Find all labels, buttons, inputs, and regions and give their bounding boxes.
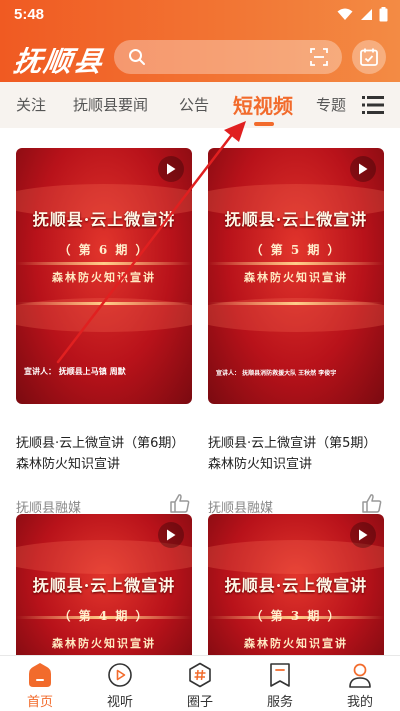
play-circle-icon (108, 663, 132, 687)
status-icons (337, 6, 388, 22)
active-tab-indicator (254, 122, 274, 126)
thumbnail-issue: （ 第 6 期 ） (58, 243, 150, 257)
thumbnail-topic: 森林防火知识宣讲 (52, 637, 156, 650)
play-button[interactable] (350, 156, 376, 182)
signal-icon (361, 8, 372, 20)
thumbnail-title: 抚顺县·云上微宣讲 (32, 576, 176, 595)
video-title[interactable]: 抚顺县·云上微宣讲（第6期）森林防火知识宣讲 (16, 433, 192, 475)
thumbnail-topic: 森林防火知识宣讲 (244, 271, 348, 284)
video-thumbnail[interactable]: 抚顺县·云上微宣讲 （ 第 4 期 ） 森林防火知识宣讲 (16, 514, 192, 655)
thumbnail-title: 抚顺县·云上微宣讲 (224, 210, 368, 229)
calendar-check-icon (360, 48, 378, 66)
app-header: 5:48 抚顺县 (0, 0, 400, 88)
video-thumbnail[interactable]: 抚顺县·云上微宣讲 （ 第 3 期 ） 森林防火知识宣讲 (208, 514, 384, 655)
nav-video-label: 视听 (106, 695, 133, 710)
hashtag-icon (189, 662, 211, 688)
play-button[interactable] (350, 522, 376, 548)
nav-profile[interactable]: 我的 (330, 656, 390, 711)
play-button[interactable] (158, 522, 184, 548)
thumbnail-title: 抚顺县·云上微宣讲 (224, 576, 368, 595)
video-feed[interactable]: 抚顺县·云上微宣讲 （ 第 6 期 ） 森林防火知识宣讲 宣讲人： 抚顺县上马镇… (0, 128, 400, 655)
play-icon (359, 163, 368, 175)
play-button[interactable] (158, 156, 184, 182)
nav-video[interactable]: 视听 (90, 656, 150, 711)
thumbnail-topic: 森林防火知识宣讲 (52, 271, 156, 284)
nav-home-label: 首页 (26, 695, 53, 710)
tab-county-news[interactable]: 抚顺县要闻 (73, 94, 148, 115)
bottom-nav: 首页 视听 圈子 服务 我的 (0, 655, 400, 711)
category-tabs: 关注 抚顺县要闻 公告 短视频 专题 (0, 82, 400, 128)
nav-services[interactable]: 服务 (250, 656, 310, 711)
thumbnail-speaker: 宣讲人： 抚顺县消防救援大队 王秋然 李俊宇 (216, 370, 337, 377)
app-bar: 抚顺县 (0, 36, 400, 82)
thumbnail-issue: （ 第 3 期 ） (250, 609, 342, 623)
play-icon (167, 529, 176, 541)
bookmark-icon (270, 663, 290, 687)
home-icon (29, 663, 51, 687)
tab-announcements[interactable]: 公告 (179, 94, 209, 115)
menu-icon[interactable] (362, 96, 384, 114)
play-icon (359, 529, 368, 541)
thumbs-up-icon[interactable] (170, 494, 190, 513)
app-logo: 抚顺县 (11, 45, 107, 78)
play-icon (167, 163, 176, 175)
thumbnail-issue: （ 第 4 期 ） (58, 609, 150, 623)
thumbs-up-icon[interactable] (362, 494, 382, 513)
status-time: 5:48 (14, 5, 45, 23)
search-input[interactable] (114, 40, 342, 74)
tab-short-video[interactable]: 短视频 (233, 90, 293, 119)
nav-services-label: 服务 (266, 695, 293, 710)
thumbnail-title: 抚顺县·云上微宣讲 (32, 210, 176, 229)
calendar-button[interactable] (352, 40, 386, 74)
nav-community-label: 圈子 (186, 695, 213, 710)
search-icon (129, 49, 145, 65)
thumbnail-issue: （ 第 5 期 ） (250, 243, 342, 257)
video-thumbnail[interactable]: 抚顺县·云上微宣讲 （ 第 5 期 ） 森林防火知识宣讲 宣讲人： 抚顺县消防救… (208, 148, 384, 404)
video-thumbnail[interactable]: 抚顺县·云上微宣讲 （ 第 6 期 ） 森林防火知识宣讲 宣讲人： 抚顺县上马镇… (16, 148, 192, 404)
thumbnail-speaker: 宣讲人： 抚顺县上马镇 周默 (24, 366, 126, 376)
nav-community[interactable]: 圈子 (170, 656, 230, 711)
tab-topics[interactable]: 专题 (316, 94, 346, 115)
thumbnail-topic: 森林防火知识宣讲 (244, 637, 348, 650)
scan-icon[interactable] (310, 48, 328, 66)
battery-icon (379, 6, 388, 21)
video-title[interactable]: 抚顺县·云上微宣讲（第5期）森林防火知识宣讲 (208, 433, 384, 475)
nav-profile-label: 我的 (346, 695, 373, 710)
wifi-icon (337, 8, 353, 20)
profile-icon (349, 663, 371, 688)
tab-follow[interactable]: 关注 (16, 94, 46, 115)
nav-home[interactable]: 首页 (10, 656, 70, 711)
status-bar: 5:48 (0, 0, 400, 28)
